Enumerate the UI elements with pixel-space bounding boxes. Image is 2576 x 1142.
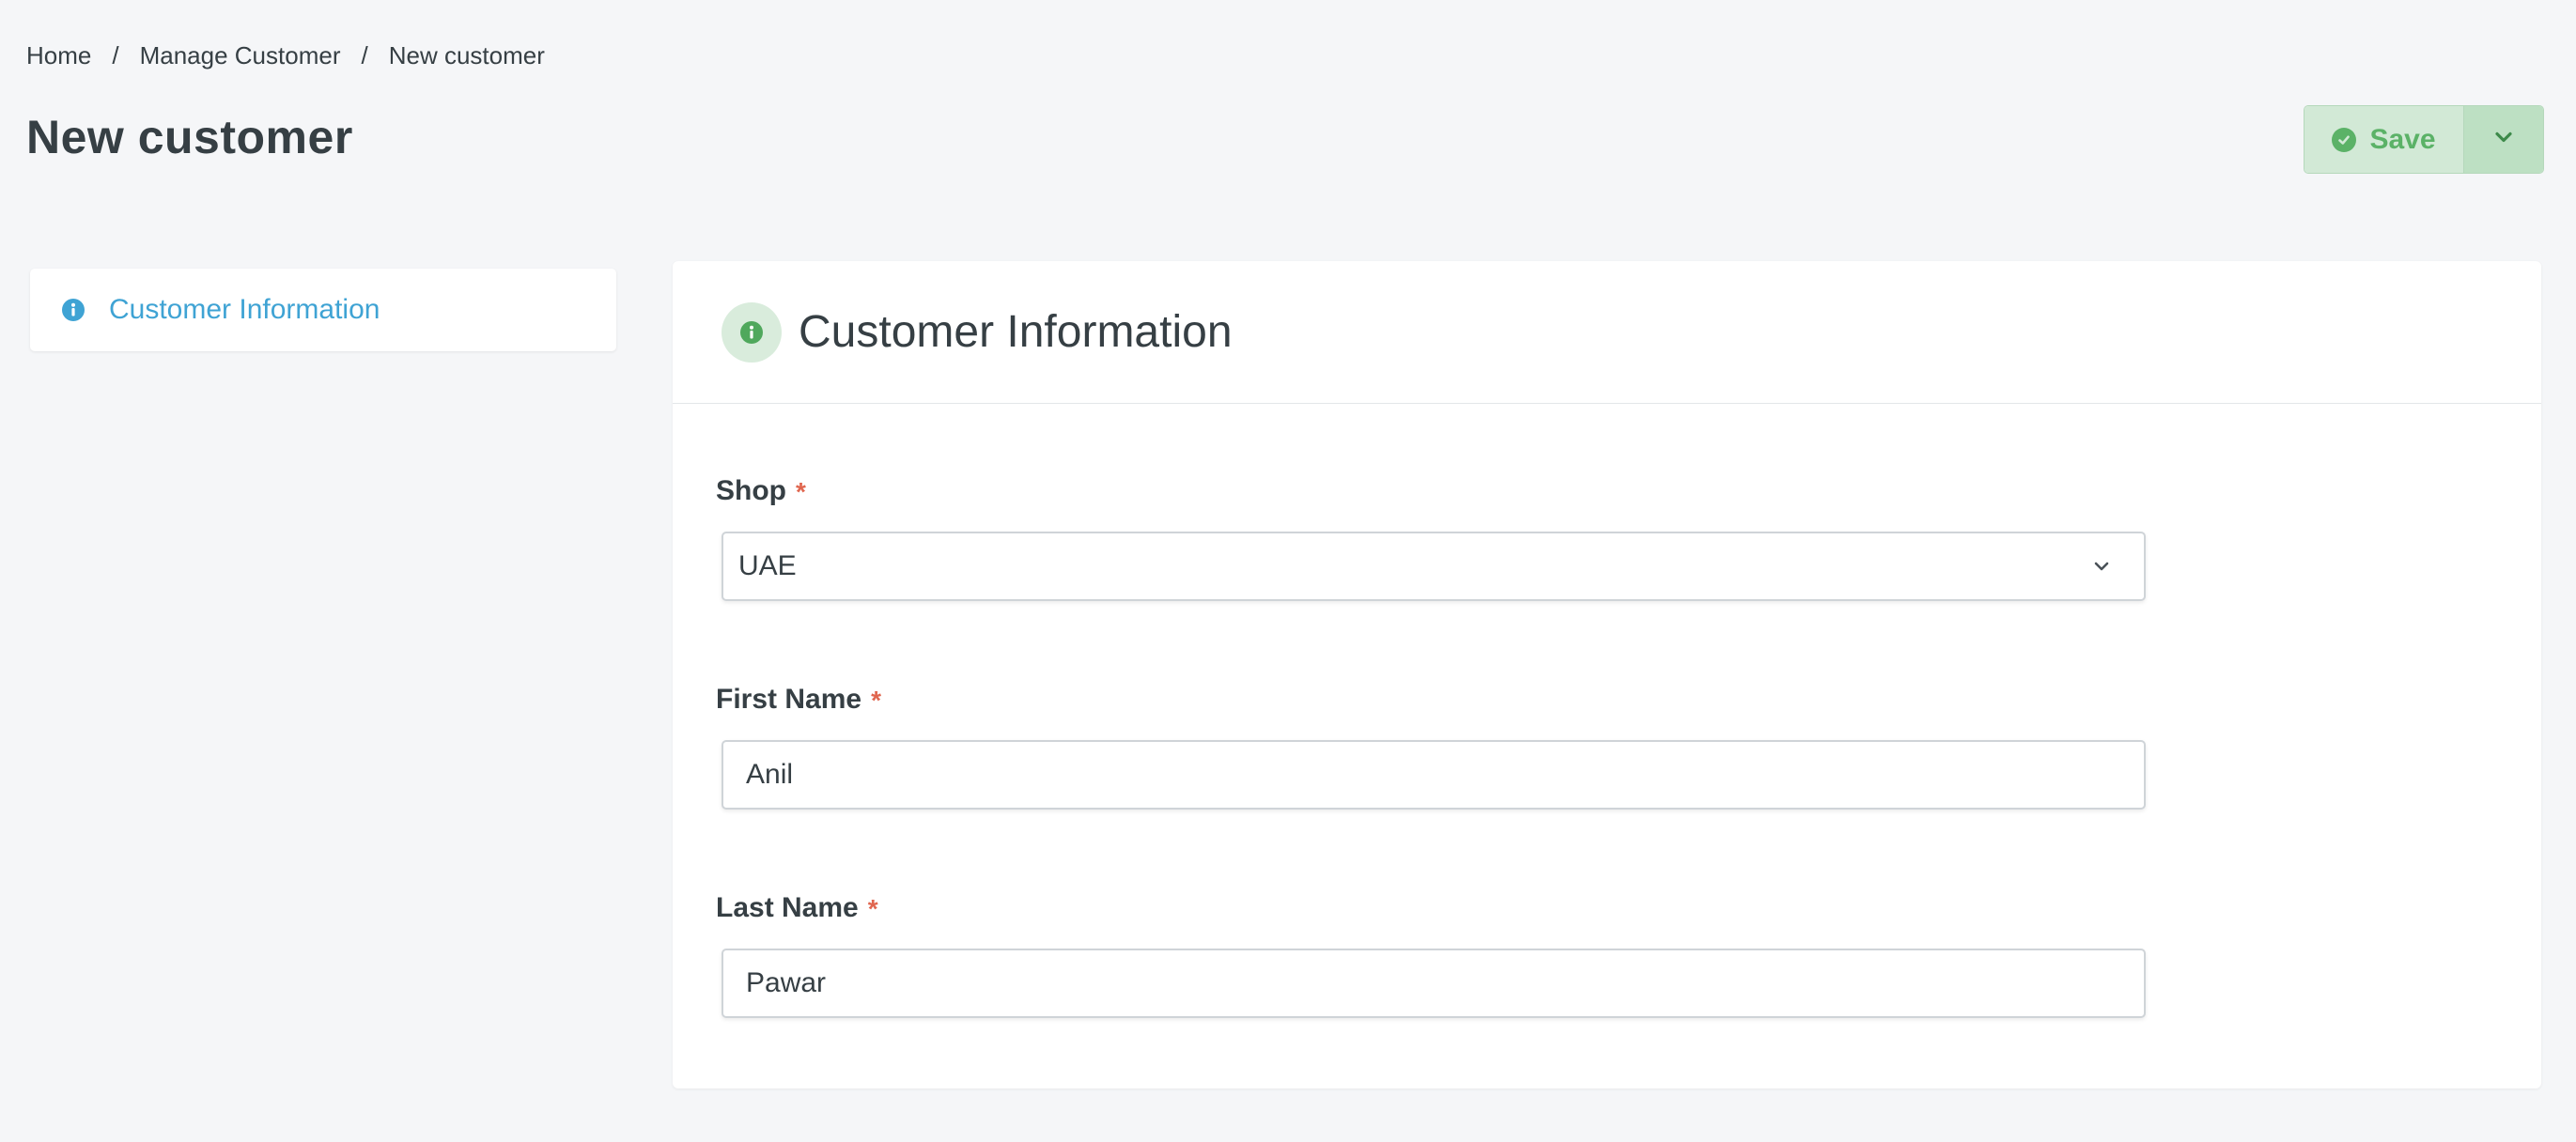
card-header: Customer Information bbox=[673, 261, 2541, 404]
shop-select[interactable]: UAE bbox=[722, 532, 2146, 601]
shop-label-text: Shop bbox=[716, 475, 786, 506]
shop-label: Shop * bbox=[716, 475, 806, 509]
save-button-group: Save bbox=[2304, 105, 2544, 174]
breadcrumb-home[interactable]: Home bbox=[26, 41, 91, 70]
check-circle-icon bbox=[2332, 127, 2357, 152]
first-name-field[interactable]: Anil bbox=[722, 740, 2146, 810]
save-button-label: Save bbox=[2369, 123, 2436, 155]
breadcrumb-manage-customer[interactable]: Manage Customer bbox=[140, 41, 341, 70]
shop-select-value: UAE bbox=[738, 550, 797, 581]
page-title: New customer bbox=[26, 111, 353, 163]
required-asterisk: * bbox=[867, 894, 878, 923]
chevron-down-icon bbox=[2494, 131, 2513, 148]
sidebar-item-customer-information[interactable]: Customer Information bbox=[30, 269, 616, 351]
customer-information-card: Customer Information Shop * UAE First Na… bbox=[673, 261, 2541, 1088]
save-options-dropdown-button[interactable] bbox=[2464, 106, 2543, 173]
breadcrumb-separator: / bbox=[112, 41, 119, 69]
breadcrumb-separator: / bbox=[361, 41, 368, 69]
sidebar-item-label: Customer Information bbox=[109, 294, 380, 325]
save-button[interactable]: Save bbox=[2304, 106, 2464, 173]
last-name-label: Last Name * bbox=[716, 892, 878, 926]
first-name-label-text: First Name bbox=[716, 684, 862, 715]
info-icon bbox=[62, 299, 85, 321]
first-name-label: First Name * bbox=[716, 684, 881, 718]
breadcrumb: Home / Manage Customer / New customer bbox=[26, 41, 545, 70]
chevron-down-icon bbox=[2093, 561, 2110, 572]
section-title: Customer Information bbox=[799, 307, 1233, 357]
required-asterisk: * bbox=[796, 477, 806, 506]
last-name-label-text: Last Name bbox=[716, 892, 859, 923]
info-icon bbox=[722, 301, 782, 363]
breadcrumb-current: New customer bbox=[388, 41, 545, 69]
last-name-field[interactable]: Pawar bbox=[722, 949, 2146, 1018]
required-asterisk: * bbox=[871, 686, 881, 715]
first-name-value: Anil bbox=[746, 759, 794, 790]
last-name-value: Pawar bbox=[746, 967, 827, 998]
